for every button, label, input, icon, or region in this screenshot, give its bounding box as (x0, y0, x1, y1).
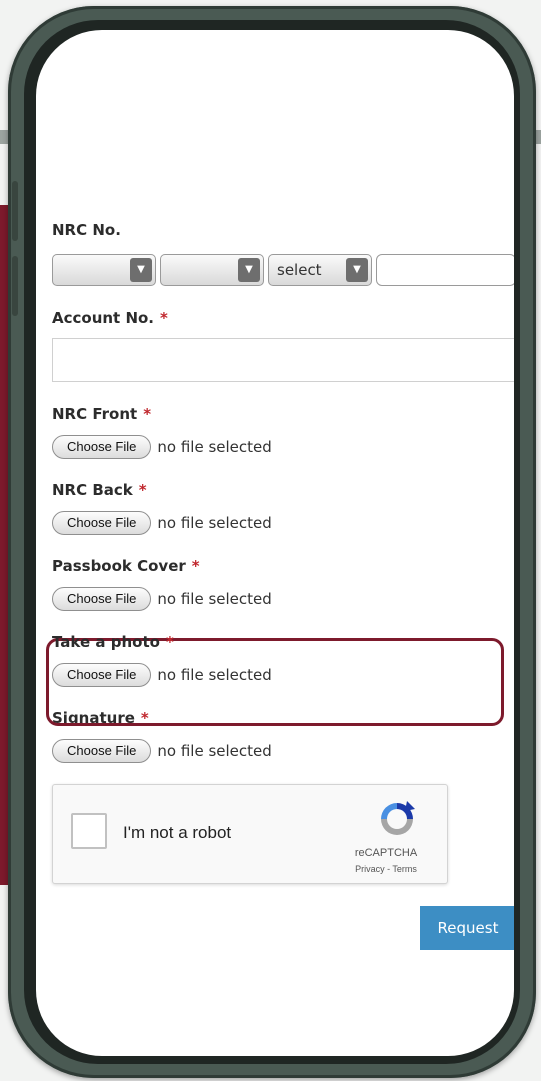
dropdown-arrow-icon: ▼ (346, 258, 368, 282)
account-label: Account No. * (52, 308, 514, 328)
passbook-cover-label-text: Passbook Cover (52, 557, 186, 575)
nrc-number-input[interactable] (376, 254, 514, 286)
recaptcha-widget: I'm not a robot reCAPTCHA Privacy - Term… (52, 784, 448, 884)
nrc-select-state[interactable]: ▼ (52, 254, 156, 286)
account-input[interactable] (52, 338, 514, 382)
required-mark: * (165, 633, 174, 651)
nrc-label-text: NRC No. (52, 221, 121, 239)
passbook-cover-file-status: no file selected (157, 590, 272, 608)
nrc-label: NRC No. (52, 220, 514, 240)
signature-file-row: Choose File no file selected (52, 738, 514, 764)
nrc-select-township[interactable]: ▼ (160, 254, 264, 286)
phone-frame: NRC No. ▼ ▼ select ▼ Account No. * NRC F… (8, 6, 536, 1078)
recaptcha-checkbox[interactable] (71, 813, 107, 849)
signature-file-status: no file selected (157, 742, 272, 760)
take-photo-file-row: Choose File no file selected (52, 662, 514, 688)
nrc-back-file-row: Choose File no file selected (52, 510, 514, 536)
request-form: NRC No. ▼ ▼ select ▼ Account No. * NRC F… (46, 220, 514, 974)
nrc-front-file-status: no file selected (157, 438, 272, 456)
required-mark: * (143, 405, 152, 423)
nrc-front-label-text: NRC Front (52, 405, 138, 423)
recaptcha-label: I'm not a robot (123, 823, 232, 842)
nrc-front-file-row: Choose File no file selected (52, 434, 514, 460)
required-mark: * (160, 309, 168, 327)
recaptcha-links[interactable]: Privacy - Terms (341, 864, 431, 874)
dropdown-arrow-icon: ▼ (130, 258, 152, 282)
take-photo-label-text: Take a photo (52, 633, 160, 651)
take-photo-choose-file-button[interactable]: Choose File (52, 663, 152, 687)
passbook-cover-choose-file-button[interactable]: Choose File (52, 587, 152, 611)
nrc-select-type[interactable]: select ▼ (268, 254, 372, 286)
nrc-front-label: NRC Front * (52, 404, 514, 424)
phone-side-button (12, 256, 18, 316)
required-mark: * (191, 557, 200, 575)
request-button[interactable]: Request (420, 906, 514, 950)
passbook-cover-file-row: Choose File no file selected (52, 586, 514, 612)
phone-side-button (12, 181, 18, 241)
recaptcha-brand: reCAPTCHA (354, 847, 418, 859)
take-photo-label: Take a photo * (52, 632, 514, 652)
nrc-back-file-status: no file selected (157, 514, 272, 532)
nrc-row: ▼ ▼ select ▼ (52, 254, 514, 288)
signature-choose-file-button[interactable]: Choose File (52, 739, 152, 763)
nrc-back-label-text: NRC Back (52, 481, 133, 499)
passbook-cover-label: Passbook Cover * (52, 556, 514, 576)
required-mark: * (138, 481, 147, 499)
dropdown-arrow-icon: ▼ (238, 258, 260, 282)
phone-screen: NRC No. ▼ ▼ select ▼ Account No. * NRC F… (36, 30, 514, 1056)
nrc-back-choose-file-button[interactable]: Choose File (52, 511, 152, 535)
nrc-front-choose-file-button[interactable]: Choose File (52, 435, 152, 459)
account-label-text: Account No. (52, 309, 155, 327)
nrc-select-type-value: select (277, 261, 322, 279)
nrc-back-label: NRC Back * (52, 480, 514, 500)
recaptcha-logo-icon (377, 799, 417, 839)
take-photo-file-status: no file selected (157, 666, 272, 684)
